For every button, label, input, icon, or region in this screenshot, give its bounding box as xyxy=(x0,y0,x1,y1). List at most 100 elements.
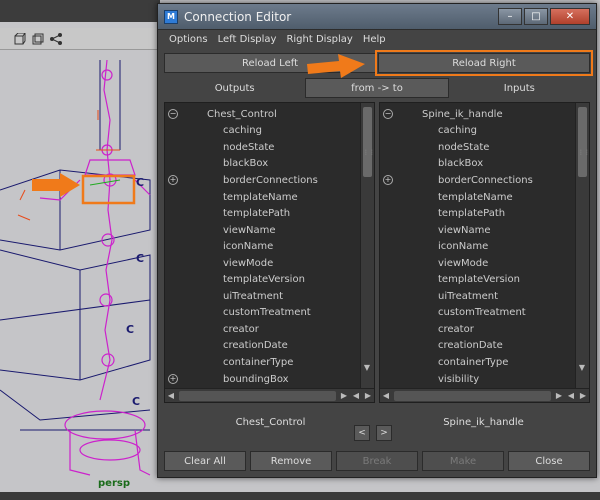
attribute-label: caching xyxy=(438,125,477,137)
expand-icon[interactable]: + xyxy=(168,175,178,186)
menu-help[interactable]: Help xyxy=(358,30,391,50)
attribute-row[interactable]: uiTreatment xyxy=(380,288,575,305)
window-titlebar[interactable]: M Connection Editor – □ ✕ xyxy=(158,4,596,30)
attribute-row[interactable]: templateName xyxy=(165,189,360,206)
viewport-c-label: C xyxy=(136,176,144,189)
menu-options[interactable]: Options xyxy=(164,30,213,50)
collapse-icon[interactable]: − xyxy=(168,109,178,120)
scroll-left-icon[interactable]: ◀ xyxy=(165,390,177,402)
list-root-node[interactable]: − Chest_Control xyxy=(165,106,360,123)
node-nav-arrows: < > xyxy=(354,425,392,441)
attribute-row[interactable]: templatePath xyxy=(165,205,360,222)
attribute-label: uiTreatment xyxy=(438,290,498,302)
attribute-label: creator xyxy=(438,323,474,335)
close-window-button[interactable]: ✕ xyxy=(550,8,590,25)
scroll-left-icon[interactable]: ◀ xyxy=(350,390,362,402)
menu-left-display[interactable]: Left Display xyxy=(213,30,282,50)
viewport-bottom-bar xyxy=(0,492,600,500)
attribute-row[interactable]: creator xyxy=(165,321,360,338)
attribute-row[interactable]: creationDate xyxy=(165,338,360,355)
attribute-row[interactable]: viewMode xyxy=(165,255,360,272)
close-button[interactable]: Close xyxy=(508,451,590,471)
inputs-vertical-scrollbar[interactable]: ⋮⋮ ▼ xyxy=(575,103,589,388)
scroll-thumb[interactable] xyxy=(578,107,587,177)
attribute-row[interactable]: nodeState xyxy=(380,139,575,156)
scroll-thumb[interactable] xyxy=(363,107,372,177)
window-title: Connection Editor xyxy=(184,9,292,24)
attribute-lists: − Chest_Control caching nodeState blackBox + b… xyxy=(158,98,596,403)
attribute-row[interactable]: creationDate xyxy=(380,338,575,355)
scroll-right-icon[interactable]: ▶ xyxy=(553,390,565,402)
attribute-row[interactable]: customTreatment xyxy=(380,305,575,322)
scroll-right-icon[interactable]: ▶ xyxy=(362,390,374,402)
attribute-label: creationDate xyxy=(223,340,288,352)
attribute-label: iconName xyxy=(438,241,489,253)
scroll-left-icon[interactable]: ◀ xyxy=(380,390,392,402)
attribute-row[interactable]: templateName xyxy=(380,189,575,206)
attribute-row[interactable]: blackBox xyxy=(165,156,360,173)
attribute-row[interactable]: viewName xyxy=(380,222,575,239)
scroll-left-icon[interactable]: ◀ xyxy=(565,390,577,402)
attribute-row[interactable]: containerType xyxy=(380,354,575,371)
scroll-down-icon[interactable]: ▼ xyxy=(361,363,373,373)
prev-node-button[interactable]: < xyxy=(354,425,370,441)
minimize-button[interactable]: – xyxy=(498,8,522,25)
reload-row: Reload Left Reload Right xyxy=(158,50,596,76)
reload-right-button[interactable]: Reload Right xyxy=(375,50,593,76)
attribute-row[interactable]: visibility xyxy=(380,371,575,388)
scroll-track[interactable] xyxy=(179,390,336,401)
connection-editor-window: M Connection Editor – □ ✕ Options Left D… xyxy=(157,3,597,478)
list-root-node[interactable]: − Spine_ik_handle xyxy=(380,106,575,123)
annotation-arrow-left xyxy=(32,173,80,197)
attribute-row[interactable]: containerType xyxy=(165,354,360,371)
attribute-row[interactable]: + boundingBox xyxy=(165,371,360,388)
outputs-vertical-scrollbar[interactable]: ⋮⋮ ▼ xyxy=(360,103,374,388)
attribute-row[interactable]: templateVersion xyxy=(165,271,360,288)
attribute-row[interactable]: uiTreatment xyxy=(165,288,360,305)
attribute-row[interactable]: caching xyxy=(165,123,360,140)
outputs-list[interactable]: − Chest_Control caching nodeState blackBox + b… xyxy=(164,102,375,403)
attribute-row[interactable]: caching xyxy=(380,123,575,140)
maya-app-icon: M xyxy=(164,9,178,24)
scroll-right-icon[interactable]: ▶ xyxy=(338,390,350,402)
break-button[interactable]: Break xyxy=(336,451,418,471)
attribute-row[interactable]: blackBox xyxy=(380,156,575,173)
attribute-row[interactable]: iconName xyxy=(380,238,575,255)
attribute-row[interactable]: + borderConnections xyxy=(380,172,575,189)
attribute-row[interactable]: nodeState xyxy=(165,139,360,156)
attribute-label: borderConnections xyxy=(438,174,533,186)
expand-icon[interactable]: + xyxy=(383,175,393,186)
node-label: Spine_ik_handle xyxy=(422,108,503,120)
clear-all-button[interactable]: Clear All xyxy=(164,451,246,471)
attribute-row[interactable]: viewMode xyxy=(380,255,575,272)
inputs-list[interactable]: − Spine_ik_handlecaching nodeState blackBox… xyxy=(379,102,590,403)
attribute-row[interactable]: customTreatment xyxy=(165,305,360,322)
menu-right-display[interactable]: Right Display xyxy=(281,30,357,50)
remove-button[interactable]: Remove xyxy=(250,451,332,471)
attribute-label: viewMode xyxy=(223,257,274,269)
attribute-row[interactable]: creator xyxy=(380,321,575,338)
scroll-track[interactable] xyxy=(394,390,551,401)
node-label: Chest_Control xyxy=(207,108,277,120)
outputs-horizontal-scrollbar[interactable]: ◀ ▶ ◀ ▶ xyxy=(165,388,374,402)
scroll-right-icon[interactable]: ▶ xyxy=(577,390,589,402)
attribute-label: viewName xyxy=(438,224,491,236)
attribute-row[interactable]: templateVersion xyxy=(380,271,575,288)
attribute-row[interactable]: + borderConnections xyxy=(165,172,360,189)
rig-wireframe: C C C C xyxy=(0,59,151,476)
expand-icon[interactable]: + xyxy=(168,374,178,385)
attribute-label: containerType xyxy=(223,356,294,368)
inputs-horizontal-scrollbar[interactable]: ◀ ▶ ◀ ▶ xyxy=(380,388,589,402)
attribute-label: caching xyxy=(223,125,262,137)
make-button[interactable]: Make xyxy=(422,451,504,471)
attribute-row[interactable]: viewName xyxy=(165,222,360,239)
collapse-icon[interactable]: − xyxy=(383,109,393,120)
maximize-button[interactable]: □ xyxy=(524,8,548,25)
scroll-down-icon[interactable]: ▼ xyxy=(576,363,588,373)
direction-toggle-button[interactable]: from -> to xyxy=(305,78,449,98)
attribute-label: viewName xyxy=(223,224,276,236)
attribute-row[interactable]: iconName xyxy=(165,238,360,255)
attribute-row[interactable]: templatePath xyxy=(380,205,575,222)
next-node-button[interactable]: > xyxy=(376,425,392,441)
right-node-name: Spine_ik_handle xyxy=(443,416,524,428)
